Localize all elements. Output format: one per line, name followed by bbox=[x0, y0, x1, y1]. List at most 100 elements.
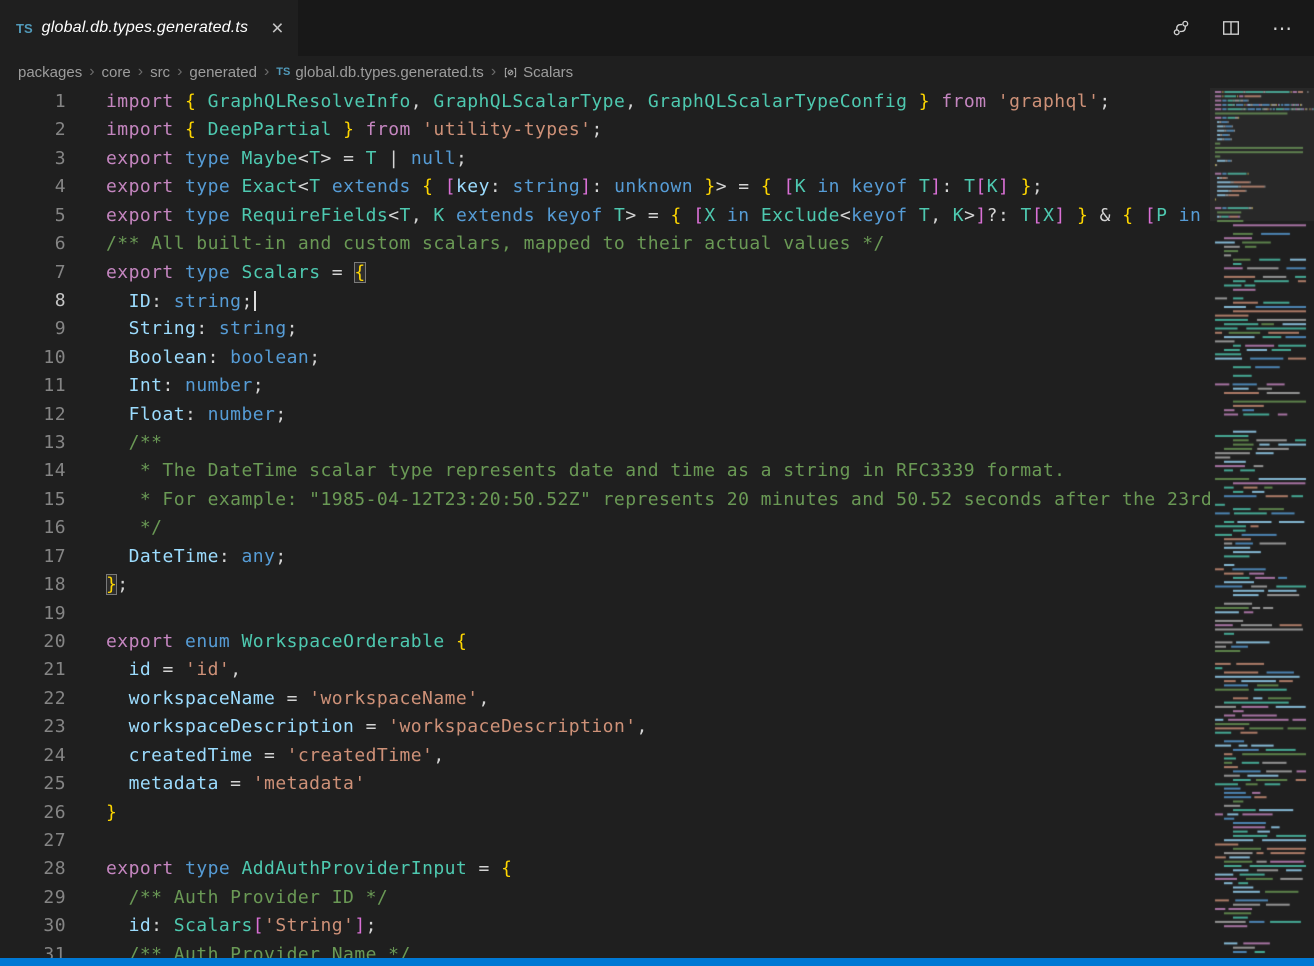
code-text: createdTime = 'createdTime', bbox=[106, 742, 445, 770]
code-editor[interactable]: 1import { GraphQLResolveInfo, GraphQLSca… bbox=[0, 88, 1210, 958]
line-number[interactable]: 20 bbox=[0, 628, 66, 656]
breadcrumb-label: Scalars bbox=[523, 64, 573, 81]
breadcrumb-label: src bbox=[150, 64, 170, 81]
line-number[interactable]: 26 bbox=[0, 799, 66, 827]
code-text: DateTime: any; bbox=[106, 543, 287, 571]
line-number[interactable]: 7 bbox=[0, 259, 66, 287]
code-line[interactable]: 4 export type Exact<T extends { [key: str… bbox=[0, 173, 1210, 201]
code-line[interactable]: 16 */ bbox=[0, 514, 1210, 542]
line-number[interactable]: 22 bbox=[0, 685, 66, 713]
code-text: metadata = 'metadata' bbox=[106, 770, 366, 798]
code-line[interactable]: 30 id: Scalars['String']; bbox=[0, 912, 1210, 940]
code-line[interactable]: 29 /** Auth Provider ID */ bbox=[0, 884, 1210, 912]
code-text: export type AddAuthProviderInput = { bbox=[106, 855, 512, 883]
code-line[interactable]: 12 Float: number; bbox=[0, 401, 1210, 429]
typescript-file-icon: TS bbox=[16, 21, 33, 36]
breadcrumb-separator: › bbox=[89, 63, 94, 81]
code-line[interactable]: 23 workspaceDescription = 'workspaceDesc… bbox=[0, 713, 1210, 741]
code-line[interactable]: 9 String: string; bbox=[0, 315, 1210, 343]
line-number[interactable]: 12 bbox=[0, 401, 66, 429]
vscode-window: TS global.db.types.generated.ts × ⋯ bbox=[0, 0, 1314, 966]
compare-changes-icon[interactable] bbox=[1172, 19, 1190, 37]
code-line[interactable]: 2 import { DeepPartial } from 'utility-ty… bbox=[0, 116, 1210, 144]
line-number[interactable]: 31 bbox=[0, 941, 66, 958]
code-text: export type Exact<T extends { [key: stri… bbox=[106, 173, 1043, 201]
breadcrumb-item-core[interactable]: core bbox=[102, 64, 131, 81]
code-line[interactable]: 13 /** bbox=[0, 429, 1210, 457]
line-number[interactable]: 24 bbox=[0, 742, 66, 770]
line-number[interactable]: 25 bbox=[0, 770, 66, 798]
breadcrumb-item-global-db-types-generated-ts[interactable]: TSglobal.db.types.generated.ts bbox=[276, 64, 484, 81]
code-text: /** bbox=[106, 429, 162, 457]
line-number[interactable]: 27 bbox=[0, 827, 66, 855]
code-text: export type Maybe<T> = T | null; bbox=[106, 145, 467, 173]
breadcrumb-label: core bbox=[102, 64, 131, 81]
breadcrumb-separator: › bbox=[138, 63, 143, 81]
code-line[interactable]: 27 bbox=[0, 827, 1210, 855]
minimap[interactable] bbox=[1210, 88, 1314, 958]
code-line[interactable]: 19 bbox=[0, 600, 1210, 628]
code-line[interactable]: 26} bbox=[0, 799, 1210, 827]
breadcrumb-item-packages[interactable]: packages bbox=[18, 64, 82, 81]
code-line[interactable]: 20export enum WorkspaceOrderable { bbox=[0, 628, 1210, 656]
line-number[interactable]: 16 bbox=[0, 514, 66, 542]
code-line[interactable]: 7export type Scalars = { bbox=[0, 259, 1210, 287]
code-lines: 1import { GraphQLResolveInfo, GraphQLSca… bbox=[0, 88, 1210, 958]
line-number[interactable]: 13 bbox=[0, 429, 66, 457]
line-number[interactable]: 8 bbox=[0, 287, 66, 315]
breadcrumb-label: packages bbox=[18, 64, 82, 81]
code-line[interactable]: 24 createdTime = 'createdTime', bbox=[0, 742, 1210, 770]
code-line[interactable]: 5export type RequireFields<T, K extends … bbox=[0, 202, 1210, 230]
line-number[interactable]: 21 bbox=[0, 656, 66, 684]
line-number[interactable]: 6 bbox=[0, 230, 66, 258]
line-number[interactable]: 9 bbox=[0, 315, 66, 343]
code-text: /** Auth Provider Name */ bbox=[106, 941, 411, 958]
line-number[interactable]: 17 bbox=[0, 543, 66, 571]
line-number[interactable]: 5 bbox=[0, 202, 66, 230]
breadcrumb-item-generated[interactable]: generated bbox=[189, 64, 257, 81]
line-number[interactable]: 28 bbox=[0, 855, 66, 883]
code-line[interactable]: 22 workspaceName = 'workspaceName', bbox=[0, 685, 1210, 713]
line-number[interactable]: 1 bbox=[0, 88, 66, 116]
code-line[interactable]: 10 Boolean: boolean; bbox=[0, 344, 1210, 372]
line-number[interactable]: 19 bbox=[0, 600, 66, 628]
line-number[interactable]: 29 bbox=[0, 884, 66, 912]
code-line[interactable]: 28 export type AddAuthProviderInput = { bbox=[0, 855, 1210, 883]
tab-global-db-types-generated[interactable]: TS global.db.types.generated.ts × bbox=[0, 0, 298, 56]
line-number[interactable]: 18 bbox=[0, 571, 66, 599]
code-text: id: Scalars['String']; bbox=[106, 912, 377, 940]
breadcrumb-item-scalars[interactable]: Scalars bbox=[503, 64, 573, 81]
line-number[interactable]: 14 bbox=[0, 457, 66, 485]
code-line[interactable]: 1import { GraphQLResolveInfo, GraphQLSca… bbox=[0, 88, 1210, 116]
line-number[interactable]: 10 bbox=[0, 344, 66, 372]
line-number[interactable]: 15 bbox=[0, 486, 66, 514]
breadcrumb: packages › core › src › generated › TSglobal.db.… bbox=[0, 56, 1314, 88]
line-number[interactable]: 30 bbox=[0, 912, 66, 940]
line-number[interactable]: 23 bbox=[0, 713, 66, 741]
code-text: Int: number; bbox=[106, 372, 264, 400]
code-line[interactable]: 25 metadata = 'metadata' bbox=[0, 770, 1210, 798]
code-line[interactable]: 17 DateTime: any; bbox=[0, 543, 1210, 571]
breadcrumb-item-src[interactable]: src bbox=[150, 64, 170, 81]
code-line[interactable]: 11 Int: number; bbox=[0, 372, 1210, 400]
code-line[interactable]: 21 id = 'id', bbox=[0, 656, 1210, 684]
code-line[interactable]: 8 ID: string; bbox=[0, 287, 1210, 315]
line-number[interactable]: 4 bbox=[0, 173, 66, 201]
line-number[interactable]: 3 bbox=[0, 145, 66, 173]
line-number[interactable]: 11 bbox=[0, 372, 66, 400]
more-actions-icon[interactable]: ⋯ bbox=[1272, 16, 1292, 41]
breadcrumb-separator: › bbox=[491, 63, 496, 81]
line-number[interactable]: 2 bbox=[0, 116, 66, 144]
text-cursor bbox=[254, 291, 256, 311]
code-line[interactable]: 31 /** Auth Provider Name */ bbox=[0, 941, 1210, 958]
code-line[interactable]: 18}; bbox=[0, 571, 1210, 599]
code-line[interactable]: 14 * The DateTime scalar type represents… bbox=[0, 457, 1210, 485]
code-text: import { DeepPartial } from 'utility-typ… bbox=[106, 116, 603, 144]
breadcrumb-separator: › bbox=[177, 63, 182, 81]
code-line[interactable]: 15 * For example: "1985-04-12T23:20:50.5… bbox=[0, 486, 1210, 514]
close-tab-icon[interactable]: × bbox=[271, 18, 283, 39]
code-line[interactable]: 6/** All built-in and custom scalars, ma… bbox=[0, 230, 1210, 258]
code-text: * The DateTime scalar type represents da… bbox=[106, 457, 1065, 485]
code-line[interactable]: 3 export type Maybe<T> = T | null; bbox=[0, 145, 1210, 173]
split-editor-icon[interactable] bbox=[1222, 19, 1240, 37]
